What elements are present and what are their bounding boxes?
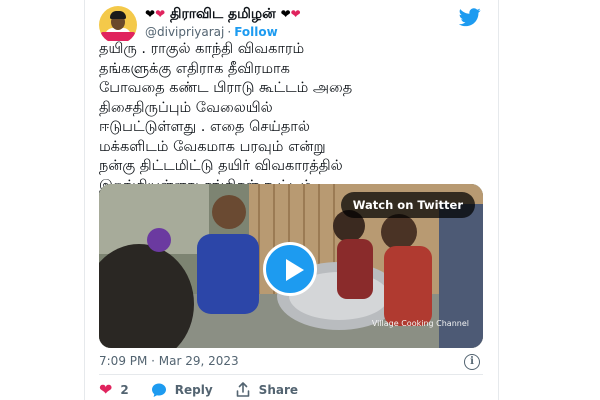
share-icon — [235, 382, 251, 398]
action-bar: ❤ 2 Reply Share — [99, 381, 320, 399]
black-heart-icon: ❤ — [280, 7, 291, 21]
reply-label: Reply — [174, 383, 213, 397]
share-button[interactable]: Share — [235, 382, 298, 398]
follow-button[interactable]: Follow — [234, 25, 278, 39]
tweet-text: தயிரு . ராகுல் காந்தி விவகாரம் தங்களுக்க… — [99, 41, 353, 194]
author-name[interactable]: ❤❤ திராவிட தமிழன் ❤❤ — [145, 6, 301, 24]
video-thumbnail[interactable]: Watch on Twitter Village Cooking Channel — [99, 184, 483, 348]
red-heart-icon: ❤ — [290, 7, 301, 21]
reply-icon — [151, 382, 167, 398]
play-icon[interactable] — [263, 242, 317, 296]
tweet-card: ❤❤ திராவிட தமிழன் ❤❤ @divipriyaraj · Follo… — [84, 0, 499, 400]
share-label: Share — [258, 383, 299, 397]
info-icon[interactable]: i — [464, 354, 480, 370]
author-handle[interactable]: @divipriyaraj — [145, 25, 224, 39]
like-count: 2 — [120, 383, 129, 397]
heart-icon: ❤ — [99, 380, 113, 399]
red-heart-icon: ❤ — [155, 7, 166, 21]
reply-button[interactable]: Reply — [151, 382, 213, 398]
video-watermark: Village Cooking Channel — [371, 319, 469, 328]
avatar[interactable] — [99, 6, 137, 44]
black-heart-icon: ❤ — [145, 7, 156, 21]
separator: · — [227, 25, 232, 39]
like-button[interactable]: ❤ 2 — [99, 382, 129, 398]
twitter-bird-icon[interactable] — [459, 6, 481, 28]
watch-on-twitter-button[interactable]: Watch on Twitter — [340, 192, 475, 218]
tweet-timestamp[interactable]: 7:09 PM · Mar 29, 2023 — [99, 354, 239, 368]
display-name: திராவிட தமிழன் — [170, 6, 276, 22]
author-handle-row: @divipriyaraj · Follow — [145, 25, 278, 39]
divider — [99, 374, 483, 375]
